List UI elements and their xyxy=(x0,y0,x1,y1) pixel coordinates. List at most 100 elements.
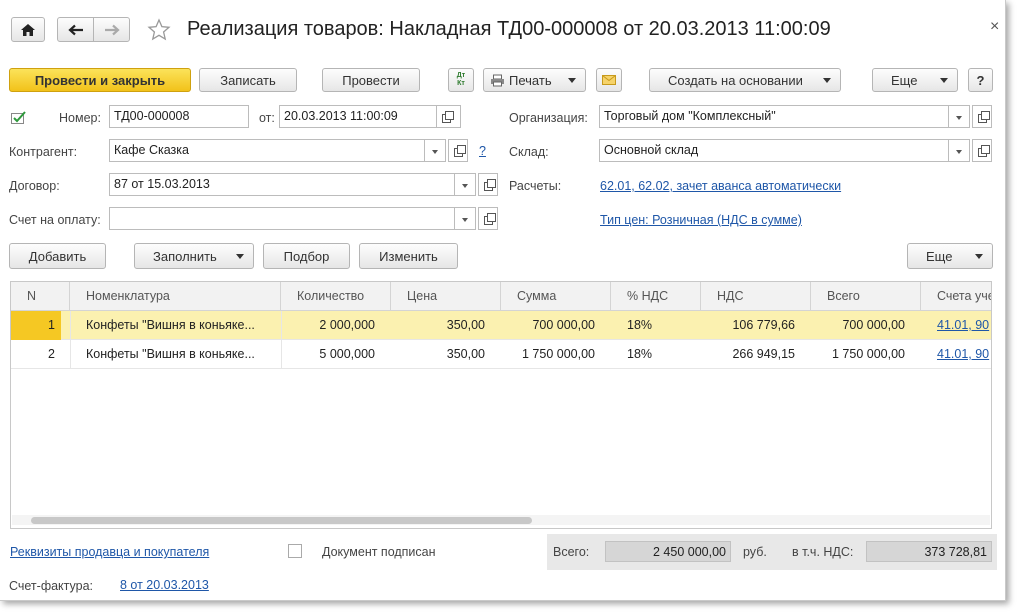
star-favorite-icon[interactable] xyxy=(147,18,171,42)
column-header-accounts[interactable]: Счета уче xyxy=(921,282,991,311)
settlements-link[interactable]: 62.01, 62.02, зачет аванса автоматически xyxy=(600,179,841,193)
row-item[interactable]: Конфеты "Вишня в коньяке... xyxy=(80,340,280,369)
warehouse-dropdown[interactable] xyxy=(949,139,970,162)
invoice-field[interactable] xyxy=(109,207,455,230)
signed-label: Документ подписан xyxy=(322,545,436,559)
select-button[interactable]: Подбор xyxy=(263,243,350,269)
contract-dropdown[interactable] xyxy=(455,173,476,196)
row-number: 1 xyxy=(11,311,61,340)
signed-checkbox[interactable] xyxy=(288,544,302,558)
print-button[interactable]: Печать xyxy=(483,68,586,92)
warehouse-label: Склад: xyxy=(509,145,549,159)
horizontal-scrollbar[interactable] xyxy=(12,515,990,525)
envelope-icon xyxy=(602,75,616,85)
email-button[interactable] xyxy=(596,68,622,92)
row-quantity[interactable]: 2 000,000 xyxy=(281,311,381,340)
column-header-total[interactable]: Всего xyxy=(811,282,921,311)
post-button[interactable]: Провести xyxy=(322,68,420,92)
chevron-down-icon xyxy=(568,78,576,83)
arrow-right-icon xyxy=(104,24,120,35)
calendar-button[interactable] xyxy=(437,105,461,128)
chevron-down-icon xyxy=(975,254,983,259)
total-label: Всего: xyxy=(553,545,590,559)
dt-kt-button[interactable]: Дт Кт xyxy=(448,68,474,92)
price-type-link[interactable]: Тип цен: Розничная (НДС в сумме) xyxy=(600,213,802,227)
chevron-down-icon xyxy=(823,78,831,83)
row-total[interactable]: 700 000,00 xyxy=(811,311,911,340)
total-value: 2 450 000,00 xyxy=(605,541,731,562)
document-status-icon xyxy=(11,111,26,124)
column-header-vat-rate[interactable]: % НДС xyxy=(611,282,701,311)
row-accounts-link[interactable]: 41.01, 90 xyxy=(931,340,991,369)
create-based-on-label: Создать на основании xyxy=(668,72,803,88)
home-button[interactable] xyxy=(11,17,45,42)
column-header-quantity[interactable]: Количество xyxy=(281,282,391,311)
row-price[interactable]: 350,00 xyxy=(391,340,491,369)
more-button[interactable]: Еще xyxy=(872,68,958,92)
more-label: Еще xyxy=(891,72,918,88)
row-item[interactable]: Конфеты "Вишня в коньяке... xyxy=(80,311,280,340)
chevron-down-icon xyxy=(236,254,244,259)
organization-dropdown[interactable] xyxy=(949,105,970,128)
arrow-left-icon xyxy=(67,24,83,35)
close-icon[interactable]: × xyxy=(990,18,999,36)
table-row[interactable]: 2 Конфеты "Вишня в коньяке... 5 000,000 … xyxy=(11,340,991,369)
row-price[interactable]: 350,00 xyxy=(391,311,491,340)
create-based-on-button[interactable]: Создать на основании xyxy=(649,68,841,92)
table-more-button[interactable]: Еще xyxy=(907,243,993,269)
add-row-button[interactable]: Добавить xyxy=(9,243,106,269)
help-button[interactable]: ? xyxy=(968,68,993,92)
fill-button[interactable]: Заполнить xyxy=(134,243,254,269)
currency-label: руб. xyxy=(743,545,767,559)
row-sum[interactable]: 1 750 000,00 xyxy=(501,340,601,369)
date-field[interactable]: 20.03.2013 11:00:09 xyxy=(279,105,437,128)
contractor-field[interactable]: Кафе Сказка xyxy=(109,139,425,162)
printer-icon xyxy=(491,74,504,86)
document-window: Реализация товаров: Накладная ТД00-00000… xyxy=(0,0,1006,601)
scrollbar-thumb[interactable] xyxy=(31,517,532,524)
table-row[interactable]: 1 Конфеты "Вишня в коньяке... 2 000,000 … xyxy=(11,311,991,340)
settlements-label: Расчеты: xyxy=(509,179,562,193)
number-field[interactable]: ТД00-000008 xyxy=(109,105,249,128)
row-vat[interactable]: 266 949,15 xyxy=(701,340,801,369)
table-more-label: Еще xyxy=(926,248,953,264)
requisites-link[interactable]: Реквизиты продавца и покупателя xyxy=(10,545,209,559)
warehouse-field[interactable]: Основной склад xyxy=(599,139,949,162)
organization-field[interactable]: Торговый дом "Комплексный" xyxy=(599,105,949,128)
contractor-label: Контрагент: xyxy=(9,145,78,159)
back-button[interactable] xyxy=(57,17,94,42)
change-button[interactable]: Изменить xyxy=(359,243,458,269)
contractor-open-button[interactable] xyxy=(448,139,468,162)
column-header-price[interactable]: Цена xyxy=(391,282,501,311)
dt-kt-icon: Дт Кт xyxy=(456,72,466,87)
column-header-sum[interactable]: Сумма xyxy=(501,282,611,311)
invoice-document-link[interactable]: 8 от 20.03.2013 xyxy=(120,578,209,592)
row-vat-rate[interactable]: 18% xyxy=(621,340,691,369)
row-sum[interactable]: 700 000,00 xyxy=(501,311,601,340)
column-header-item[interactable]: Номенклатура xyxy=(70,282,281,311)
warehouse-open-button[interactable] xyxy=(972,139,992,162)
goods-table[interactable]: N Номенклатура Количество Цена Сумма % Н… xyxy=(10,281,992,529)
row-vat-rate[interactable]: 18% xyxy=(621,311,691,340)
invoice-label: Счет на оплату: xyxy=(9,213,101,227)
date-label: от: xyxy=(259,111,275,125)
column-header-vat[interactable]: НДС xyxy=(701,282,811,311)
row-vat[interactable]: 106 779,66 xyxy=(701,311,801,340)
save-button[interactable]: Записать xyxy=(199,68,297,92)
row-accounts-link[interactable]: 41.01, 90 xyxy=(931,311,991,340)
invoice-open-button[interactable] xyxy=(478,207,498,230)
row-quantity[interactable]: 5 000,000 xyxy=(281,340,381,369)
invoice-dropdown[interactable] xyxy=(455,207,476,230)
fill-label: Заполнить xyxy=(153,248,217,264)
contractor-dropdown[interactable] xyxy=(425,139,446,162)
invoice-document-label: Счет-фактура: xyxy=(9,579,94,593)
post-and-close-button[interactable]: Провести и закрыть xyxy=(9,68,191,92)
contract-open-button[interactable] xyxy=(478,173,498,196)
contractor-help-link[interactable]: ? xyxy=(479,144,486,158)
forward-button[interactable] xyxy=(93,17,130,42)
column-header-n[interactable]: N xyxy=(11,282,70,311)
contract-field[interactable]: 87 от 15.03.2013 xyxy=(109,173,455,196)
row-total[interactable]: 1 750 000,00 xyxy=(811,340,911,369)
organization-open-button[interactable] xyxy=(972,105,992,128)
vat-value: 373 728,81 xyxy=(866,541,992,562)
